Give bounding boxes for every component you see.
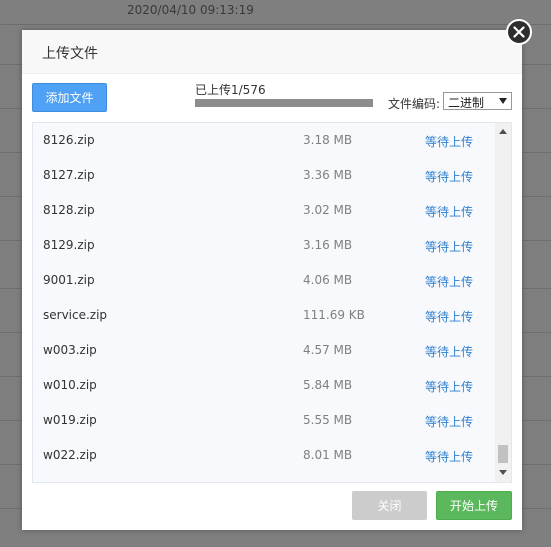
add-file-button[interactable]: 添加文件 (32, 83, 107, 112)
file-status: 等待上传 (425, 135, 474, 149)
file-list-scrollbar[interactable] (495, 123, 511, 482)
upload-dialog: 上传文件 添加文件 已上传1/576 文件编码: 二进制 8126.zip 3.1… (22, 30, 522, 530)
file-name: w022.zip (43, 448, 97, 462)
file-list[interactable]: 8126.zip 3.18 MB 等待上传 8127.zip 3.36 MB 等待上传 81… (32, 122, 512, 483)
file-name: w019.zip (43, 413, 97, 427)
chevron-down-icon (499, 98, 507, 104)
scroll-down-arrow-icon[interactable] (499, 470, 507, 475)
file-row: 8129.zip 3.16 MB 等待上传 (33, 228, 493, 263)
file-row: w022.zip 8.01 MB 等待上传 (33, 438, 493, 473)
dialog-title: 上传文件 (42, 46, 98, 62)
file-status: 等待上传 (425, 450, 474, 464)
file-size: 3.18 MB (303, 133, 353, 147)
file-row: 8127.zip 3.36 MB 等待上传 (33, 158, 493, 193)
file-status: 等待上传 (425, 275, 474, 289)
dialog-header: 上传文件 (22, 30, 522, 74)
file-size: 3.02 MB (303, 203, 353, 217)
file-size: 3.16 MB (303, 238, 353, 252)
file-row: w010.zip 5.84 MB 等待上传 (33, 368, 493, 403)
background-divider (0, 24, 551, 25)
file-row: service.zip 111.69 KB 等待上传 (33, 298, 493, 333)
file-size: 4.06 MB (303, 273, 353, 287)
file-size: 5.55 MB (303, 413, 353, 427)
file-size: 3.36 MB (303, 168, 353, 182)
start-upload-button[interactable]: 开始上传 (436, 491, 512, 520)
file-name: w003.zip (43, 343, 97, 357)
file-status: 等待上传 (425, 170, 474, 184)
file-status: 等待上传 (425, 310, 474, 324)
close-icon (513, 26, 525, 38)
file-name: 8126.zip (43, 133, 95, 147)
encoding-select[interactable]: 二进制 (443, 92, 512, 110)
scrollbar-thumb[interactable] (498, 445, 508, 463)
file-row: w003.zip 4.57 MB 等待上传 (33, 333, 493, 368)
background-timestamp: 2020/04/10 09:13:19 (127, 3, 254, 17)
encoding-label: 文件编码: (388, 97, 441, 111)
file-size: 111.69 KB (303, 308, 365, 322)
upload-progress-fill (195, 99, 373, 107)
file-size: 5.84 MB (303, 378, 353, 392)
file-name: 8129.zip (43, 238, 95, 252)
file-size: 4.57 MB (303, 343, 353, 357)
file-name: 9001.zip (43, 273, 95, 287)
file-status: 等待上传 (425, 380, 474, 394)
file-row: w019.zip 5.55 MB 等待上传 (33, 403, 493, 438)
file-name: 8128.zip (43, 203, 95, 217)
upload-progress-bar (195, 99, 373, 107)
file-name: 8127.zip (43, 168, 95, 182)
close-button[interactable]: 关闭 (352, 491, 427, 520)
file-status: 等待上传 (425, 415, 474, 429)
file-row: 9001.zip 4.06 MB 等待上传 (33, 263, 493, 298)
file-size: 8.01 MB (303, 448, 353, 462)
file-row: 8126.zip 3.18 MB 等待上传 (33, 123, 493, 158)
upload-progress-text: 已上传1/576 (195, 83, 266, 97)
dialog-close-button[interactable] (506, 19, 532, 45)
file-name: w010.zip (43, 378, 97, 392)
file-status: 等待上传 (425, 205, 474, 219)
file-name: service.zip (43, 308, 108, 322)
file-status: 等待上传 (425, 345, 474, 359)
scroll-up-arrow-icon[interactable] (499, 129, 507, 134)
file-status: 等待上传 (425, 240, 474, 254)
encoding-selected-value: 二进制 (448, 96, 485, 110)
file-row: 8128.zip 3.02 MB 等待上传 (33, 193, 493, 228)
